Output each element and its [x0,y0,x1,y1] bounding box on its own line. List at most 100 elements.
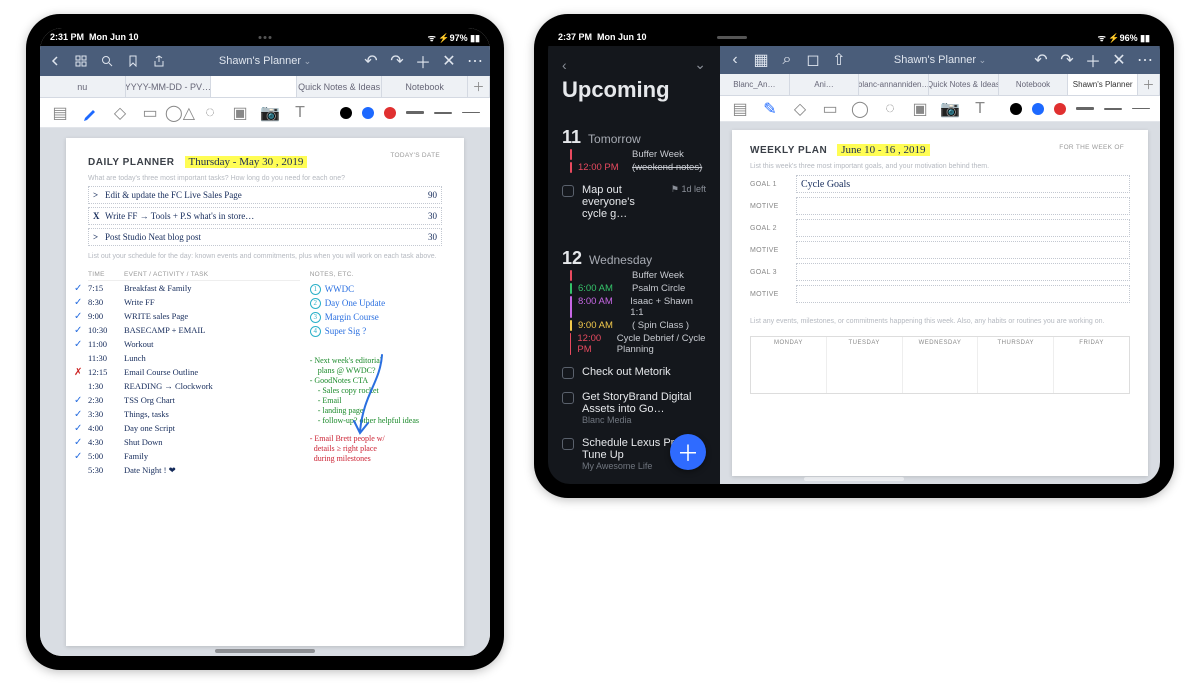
weekday-column: FRIDAY [1053,337,1129,393]
close-edit-icon[interactable]: ✕ [442,54,456,68]
stroke-med[interactable] [434,112,452,114]
highlighter-tool-icon[interactable]: ▭ [140,103,160,123]
redo-icon[interactable]: ↷ [1060,53,1074,67]
share-icon[interactable]: ⇧ [832,53,846,67]
todo-item[interactable]: Get StoryBrand Digital Assets into Go…Bl… [548,385,720,431]
stroke-thin[interactable] [462,112,480,113]
new-tab-button[interactable]: ＋ [468,76,490,97]
tab-4[interactable]: Notebook [382,76,468,97]
highlighter-tool-icon[interactable]: ▭ [820,99,840,119]
image-tool-icon[interactable]: ▣ [230,103,250,123]
status-date: Mon Jun 10 [597,32,647,42]
lasso-tool-icon[interactable]: ◌ [200,103,220,123]
todo-item[interactable]: Map out everyone's cycle g…⚑ 1d left [548,178,720,226]
calendar-event[interactable]: Buffer Week [562,269,706,282]
checkbox-icon[interactable] [562,438,574,450]
camera-tool-icon[interactable]: 📷 [940,99,960,119]
new-todo-fab[interactable]: ＋ [670,434,706,470]
pen-tool-icon[interactable]: ✎ [760,99,780,119]
tab-2[interactable] [211,76,297,97]
camera-tool-icon[interactable]: 📷 [260,103,280,123]
goal-row: MOTIVE [750,197,1130,215]
things-back-icon[interactable]: ‹ [562,57,567,73]
undo-icon[interactable]: ↶ [364,54,378,68]
calendar-event[interactable]: 6:00 AMPsalm Circle [562,282,706,295]
status-battery: 97% [450,33,468,43]
add-icon[interactable]: ＋ [416,54,430,68]
tab-1[interactable]: YYYY-MM-DD - PV… [126,76,212,97]
planner-page[interactable]: TODAY'S DATE DAILY PLANNER Thursday - Ma… [66,138,464,646]
tab-3[interactable]: Quick Notes & Ideas [929,74,999,95]
color-blue[interactable] [1032,103,1044,115]
things-more-icon[interactable]: ⌄ [694,56,706,73]
goal-row: GOAL 1Cycle Goals [750,175,1130,193]
search-icon[interactable]: ⌕ [780,53,794,67]
home-indicator[interactable] [215,649,315,653]
redo-icon[interactable]: ↷ [390,54,404,68]
eraser-tool-icon[interactable]: ◇ [790,99,810,119]
text-tool-icon[interactable]: T [970,99,990,119]
grid-icon[interactable] [74,54,88,68]
new-tab-button[interactable]: ＋ [1138,74,1160,95]
note-row: 3Margin Course [310,310,442,324]
goal-row: MOTIVE [750,285,1130,303]
page-heading: WEEKLY PLAN [750,145,827,156]
goal-row: GOAL 2 [750,219,1130,237]
checkbox-icon[interactable] [562,367,574,379]
back-icon[interactable] [48,54,62,68]
grid-icon[interactable]: ▦ [754,53,768,67]
more-icon[interactable]: ⋯ [1138,53,1152,67]
tab-3[interactable]: Quick Notes & Ideas [297,76,383,97]
bookmark-icon[interactable] [126,54,140,68]
stroke-thick[interactable] [1076,107,1094,110]
helper-text-2: List any events, milestones, or commitme… [750,317,1130,326]
color-red[interactable] [384,107,396,119]
undo-icon[interactable]: ↶ [1034,53,1048,67]
app-title[interactable]: Shawn's Planner [894,54,986,66]
share-icon[interactable] [152,54,166,68]
more-icon[interactable]: ⋯ [468,54,482,68]
tab-4[interactable]: Notebook [999,74,1069,95]
readmode-icon[interactable]: ▤ [730,99,750,119]
image-tool-icon[interactable]: ▣ [910,99,930,119]
day-group: 11 TomorrowBuffer Week12:00 PM(weekend n… [548,121,720,178]
tab-2[interactable]: blanc-annanniden… [859,74,929,95]
tab-1[interactable]: Ani… [790,74,860,95]
lasso-tool-icon[interactable]: ◌ [880,99,900,119]
bookmark-icon[interactable]: ◻ [806,53,820,67]
pen-tool-icon[interactable] [80,103,100,123]
calendar-event[interactable]: 8:00 AMIsaac + Shawn 1:1 [562,295,706,319]
schedule-row: 5:30Date Night ! ❤ [88,463,300,477]
calendar-event[interactable]: 12:00 PMCycle Debrief / Cycle Planning [562,332,706,356]
todo-item[interactable]: Check out Metorik [548,360,720,385]
stroke-thin[interactable] [1132,108,1150,109]
calendar-event[interactable]: 9:00 AM( Spin Class ) [562,319,706,332]
stroke-thick[interactable] [406,111,424,114]
add-icon[interactable]: ＋ [1086,53,1100,67]
color-blue[interactable] [362,107,374,119]
shape-tool-icon[interactable]: ◯ [850,99,870,119]
day-group: 12 WednesdayBuffer Week6:00 AMPsalm Circ… [548,242,720,360]
search-icon[interactable] [100,54,114,68]
shape-tool-icon[interactable]: ◯△ [170,103,190,123]
tab-0[interactable]: nu [40,76,126,97]
app-title[interactable]: Shawn's Planner [219,55,311,67]
readmode-icon[interactable]: ▤ [50,103,70,123]
text-tool-icon[interactable]: T [290,103,310,123]
calendar-event[interactable]: 12:00 PM(weekend notes) [562,161,706,174]
color-red[interactable] [1054,103,1066,115]
note-row: 1WWDC [310,282,442,296]
checkbox-icon[interactable] [562,392,574,404]
back-icon[interactable]: ‹ [728,53,742,67]
close-edit-icon[interactable]: ✕ [1112,53,1126,67]
schedule-row: 3:30Things, tasks [88,407,300,421]
tab-0[interactable]: Blanc_An… [720,74,790,95]
calendar-event[interactable]: Buffer Week [562,148,706,161]
tab-5[interactable]: Shawn's Planner [1068,74,1138,95]
checkbox-icon[interactable] [562,185,574,197]
eraser-tool-icon[interactable]: ◇ [110,103,130,123]
color-black[interactable] [1010,103,1022,115]
stroke-med[interactable] [1104,108,1122,110]
color-black[interactable] [340,107,352,119]
home-indicator[interactable] [804,477,904,481]
